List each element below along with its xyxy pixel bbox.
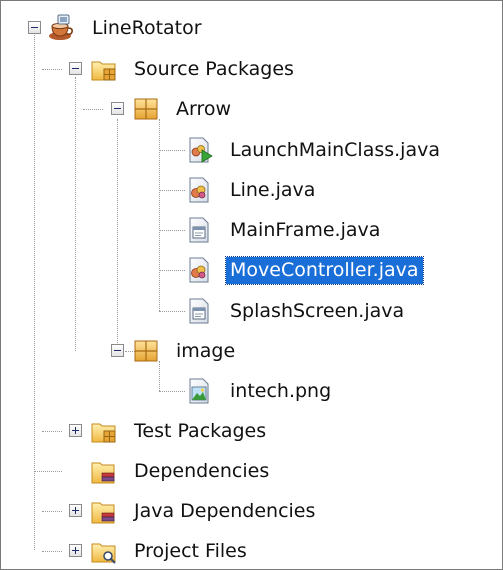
java-class-icon — [186, 176, 214, 204]
tree-node-label: MoveController.java — [225, 255, 424, 285]
tree-node-label: Project Files — [134, 539, 247, 562]
tree-line — [42, 69, 62, 70]
tree-node-project-files[interactable]: Project Files — [90, 534, 251, 568]
tree-line — [159, 119, 160, 311]
library-folder-icon — [90, 497, 118, 525]
test-folder-icon — [90, 417, 118, 445]
tree-line — [117, 119, 118, 351]
tree-node-label: intech.png — [230, 379, 332, 402]
tree-node-label: Test Packages — [134, 419, 267, 442]
tree-node-file-selected[interactable]: MoveController.java — [186, 253, 424, 287]
tree-line — [159, 190, 185, 191]
tree-node-package-image[interactable]: image — [132, 334, 239, 368]
collapse-toggle-source-packages[interactable] — [69, 62, 82, 75]
package-icon — [132, 337, 160, 365]
tree-node-label: Java Dependencies — [134, 499, 316, 522]
expand-toggle-project-files[interactable] — [69, 544, 82, 557]
tree-node-label: MainFrame.java — [230, 218, 381, 241]
tree-node-label: Dependencies — [134, 459, 270, 482]
java-main-class-icon — [186, 136, 214, 164]
tree-node-label: LaunchMainClass.java — [230, 138, 440, 161]
tree-line — [34, 31, 35, 550]
source-folder-icon — [90, 55, 118, 83]
tree-node-file[interactable]: Line.java — [186, 173, 319, 207]
collapse-toggle-arrow[interactable] — [111, 102, 124, 115]
java-form-icon — [186, 216, 214, 244]
projects-panel: LineRotator Source Packages Arrow Launch… — [0, 0, 503, 570]
tree-node-label: image — [176, 339, 236, 362]
tree-node-project[interactable]: LineRotator — [48, 11, 206, 45]
tree-line — [42, 551, 62, 552]
tree-line — [159, 391, 185, 392]
expand-toggle-java-dependencies[interactable] — [69, 504, 82, 517]
expand-toggle-test-packages[interactable] — [69, 424, 82, 437]
package-icon — [132, 95, 160, 123]
tree-line — [42, 511, 62, 512]
java-form-icon — [186, 297, 214, 325]
tree-node-label: LineRotator — [92, 16, 202, 39]
tree-line — [159, 150, 185, 151]
tree-node-file[interactable]: MainFrame.java — [186, 213, 384, 247]
tree-node-label: SplashScreen.java — [230, 299, 405, 322]
tree-line — [159, 230, 185, 231]
tree-node-label: Source Packages — [134, 57, 294, 80]
collapse-toggle-lineRotator[interactable] — [28, 21, 41, 34]
tree-node-dependencies[interactable]: Dependencies — [90, 454, 273, 488]
tree-node-package-arrow[interactable]: Arrow — [132, 92, 235, 126]
tree-node-source-packages[interactable]: Source Packages — [90, 52, 298, 86]
tree-line — [159, 311, 185, 312]
tree-node-file[interactable]: SplashScreen.java — [186, 294, 408, 328]
project-files-folder-icon — [90, 537, 118, 565]
tree-line — [34, 471, 62, 472]
tree-line — [42, 431, 62, 432]
library-folder-icon — [90, 457, 118, 485]
tree-node-file[interactable]: LaunchMainClass.java — [186, 133, 444, 167]
tree-line — [159, 270, 185, 271]
java-class-icon — [186, 256, 214, 284]
tree-node-file[interactable]: intech.png — [186, 374, 335, 408]
collapse-toggle-image[interactable] — [111, 344, 124, 357]
coffee-cup-project-icon — [48, 14, 76, 42]
tree-node-java-dependencies[interactable]: Java Dependencies — [90, 494, 319, 528]
tree-node-label: Line.java — [230, 178, 316, 201]
tree-node-test-packages[interactable]: Test Packages — [90, 414, 270, 448]
tree-node-label: Arrow — [176, 97, 232, 120]
project-tree: LineRotator Source Packages Arrow Launch… — [1, 1, 502, 569]
tree-line — [83, 109, 103, 110]
tree-line — [75, 77, 76, 351]
image-file-icon — [186, 377, 214, 405]
